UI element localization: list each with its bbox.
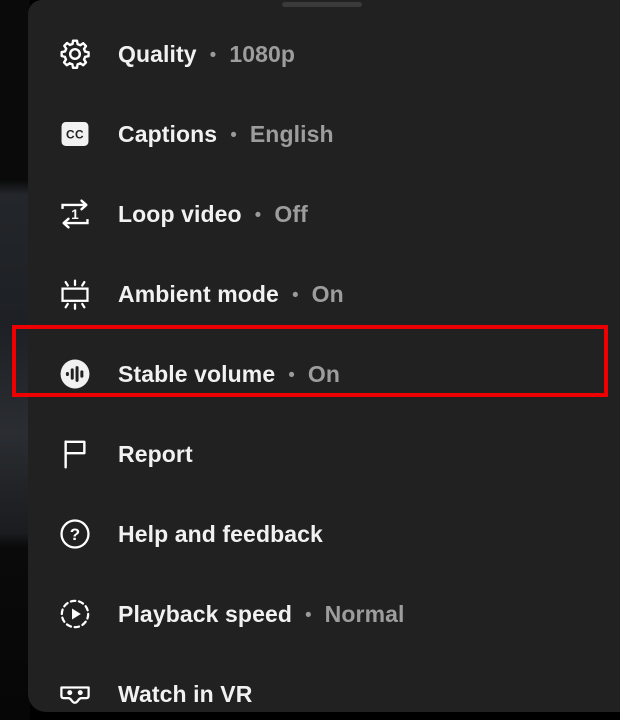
menu-item-separator: •	[305, 604, 312, 626]
menu-item-text: Loop video • Off	[118, 201, 308, 228]
menu-item-quality[interactable]: Quality • 1080p	[28, 14, 620, 94]
menu-item-icon-cell: 1	[32, 197, 118, 231]
menu-item-text: Report	[118, 441, 193, 468]
menu-item-separator: •	[254, 204, 262, 226]
menu-item-label: Loop video	[118, 200, 242, 227]
stable-volume-icon	[60, 359, 90, 389]
menu-item-text: Ambient mode • On	[118, 281, 344, 308]
menu-item-label: Playback speed	[118, 600, 293, 627]
ambient-mode-icon	[61, 279, 89, 310]
settings-sheet: Quality • 1080p CC Captions • English 1 …	[28, 0, 620, 712]
loop-video-icon: 1	[61, 199, 89, 229]
svg-text:1: 1	[71, 207, 79, 222]
menu-item-icon-cell	[32, 677, 118, 711]
menu-item-captions[interactable]: CC Captions • English	[28, 94, 620, 174]
menu-item-icon-cell	[32, 597, 118, 631]
menu-item-icon-cell	[32, 37, 118, 71]
menu-item-value: 1080p	[229, 40, 296, 67]
menu-item-value: On	[311, 280, 344, 307]
playback-speed-icon	[60, 599, 90, 629]
menu-item-value: English	[249, 120, 334, 147]
svg-text:?: ?	[70, 525, 80, 544]
player-settings-screen: Quality • 1080p CC Captions • English 1 …	[0, 0, 620, 720]
help-circle-icon: ?	[60, 519, 90, 549]
menu-item-text: Captions • English	[118, 121, 334, 148]
menu-item-icon-cell	[32, 437, 118, 471]
menu-item-value: Normal	[324, 600, 405, 627]
menu-item-text: Watch in VR	[118, 681, 252, 708]
menu-item-label: Quality	[118, 40, 197, 67]
menu-item-label: Watch in VR	[118, 680, 253, 707]
menu-item-separator: •	[209, 44, 217, 66]
video-backdrop	[0, 0, 30, 720]
menu-item-label: Ambient mode	[118, 280, 279, 307]
menu-item-ambient-mode[interactable]: Ambient mode • On	[28, 254, 620, 334]
menu-item-label: Stable volume	[118, 360, 276, 387]
menu-item-watch-in-vr[interactable]: Watch in VR	[28, 654, 620, 712]
menu-item-separator: •	[291, 284, 299, 306]
menu-item-separator: •	[230, 124, 237, 146]
gear-icon	[60, 39, 90, 70]
menu-item-text: Quality • 1080p	[118, 41, 295, 68]
closed-captions-icon: CC	[61, 121, 89, 147]
menu-item-stable-volume[interactable]: Stable volume • On	[28, 334, 620, 414]
menu-item-help-and-feedback[interactable]: ? Help and feedback	[28, 494, 620, 574]
menu-item-text: Playback speed • Normal	[118, 601, 405, 628]
menu-item-report[interactable]: Report	[28, 414, 620, 494]
menu-item-loop-video[interactable]: 1 Loop video • Off	[28, 174, 620, 254]
menu-item-icon-cell	[32, 357, 118, 391]
menu-item-label: Report	[118, 440, 193, 467]
menu-item-icon-cell	[32, 277, 118, 311]
settings-menu-list: Quality • 1080p CC Captions • English 1 …	[28, 14, 620, 712]
flag-icon	[64, 440, 86, 469]
menu-item-value: Off	[274, 200, 308, 227]
menu-item-icon-cell: CC	[32, 117, 118, 151]
sheet-drag-handle[interactable]	[282, 2, 362, 7]
vr-goggles-icon	[60, 686, 90, 704]
menu-item-separator: •	[288, 364, 295, 386]
menu-item-text: Stable volume • On	[118, 361, 340, 388]
menu-item-icon-cell: ?	[32, 517, 118, 551]
menu-item-value: On	[307, 360, 341, 387]
svg-text:CC: CC	[66, 128, 84, 142]
menu-item-playback-speed[interactable]: Playback speed • Normal	[28, 574, 620, 654]
menu-item-label: Help and feedback	[118, 520, 323, 547]
menu-item-label: Captions	[118, 120, 218, 147]
menu-item-text: Help and feedback	[118, 521, 323, 548]
